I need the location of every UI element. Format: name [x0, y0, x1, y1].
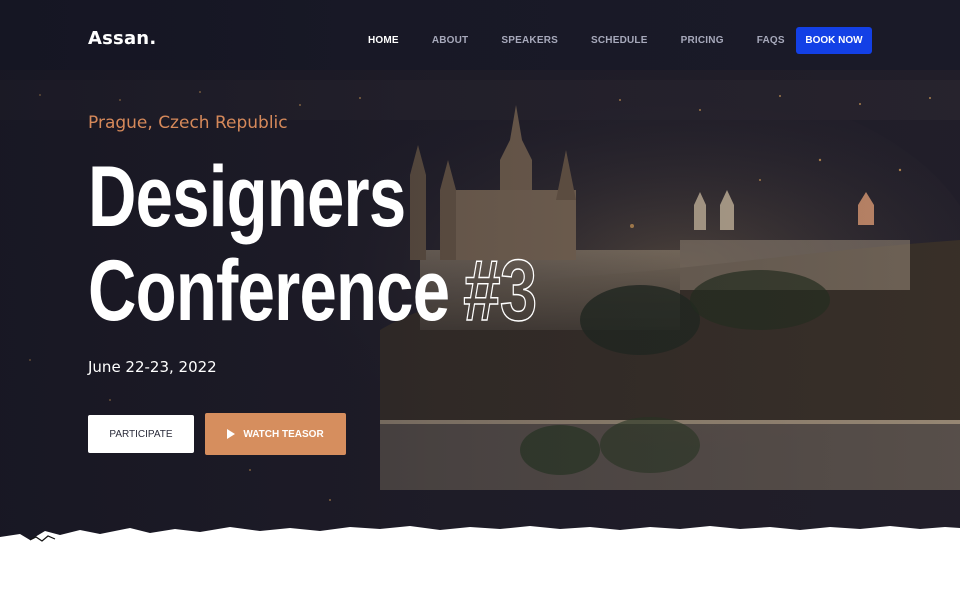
nav-item-speakers[interactable]: SPEAKERS	[501, 35, 558, 46]
hero-title-line2: Conference #3	[88, 243, 538, 339]
main-nav: HOME ABOUT SPEAKERS SCHEDULE PRICING FAQ…	[368, 35, 818, 46]
hero-title-line1: Designers	[88, 149, 406, 245]
nav-item-schedule[interactable]: SCHEDULE	[591, 35, 648, 46]
torn-paper-divider	[0, 526, 960, 555]
event-date: June 22-23, 2022	[88, 358, 217, 376]
nav-item-home[interactable]: HOME	[368, 35, 399, 46]
participate-button[interactable]: PARTICIPATE	[88, 415, 194, 453]
nav-item-pricing[interactable]: PRICING	[681, 35, 724, 46]
watch-teasor-button[interactable]: WATCH TEASOR	[205, 413, 346, 455]
book-now-button[interactable]: BOOK NOW	[796, 27, 872, 54]
event-location: Prague, Czech Republic	[88, 113, 288, 133]
hero-title: Designers Conference #3	[88, 149, 538, 339]
hero-title-word: Conference	[88, 243, 450, 339]
nav-item-faqs[interactable]: FAQS	[757, 35, 785, 46]
play-icon	[227, 429, 236, 439]
hero-title-number: #3	[463, 243, 538, 339]
watch-teasor-label: WATCH TEASOR	[243, 428, 324, 440]
site-logo[interactable]: Assan.	[88, 28, 156, 49]
hero-section: Assan. HOME ABOUT SPEAKERS SCHEDULE PRIC…	[0, 0, 960, 540]
nav-item-about[interactable]: ABOUT	[432, 35, 469, 46]
